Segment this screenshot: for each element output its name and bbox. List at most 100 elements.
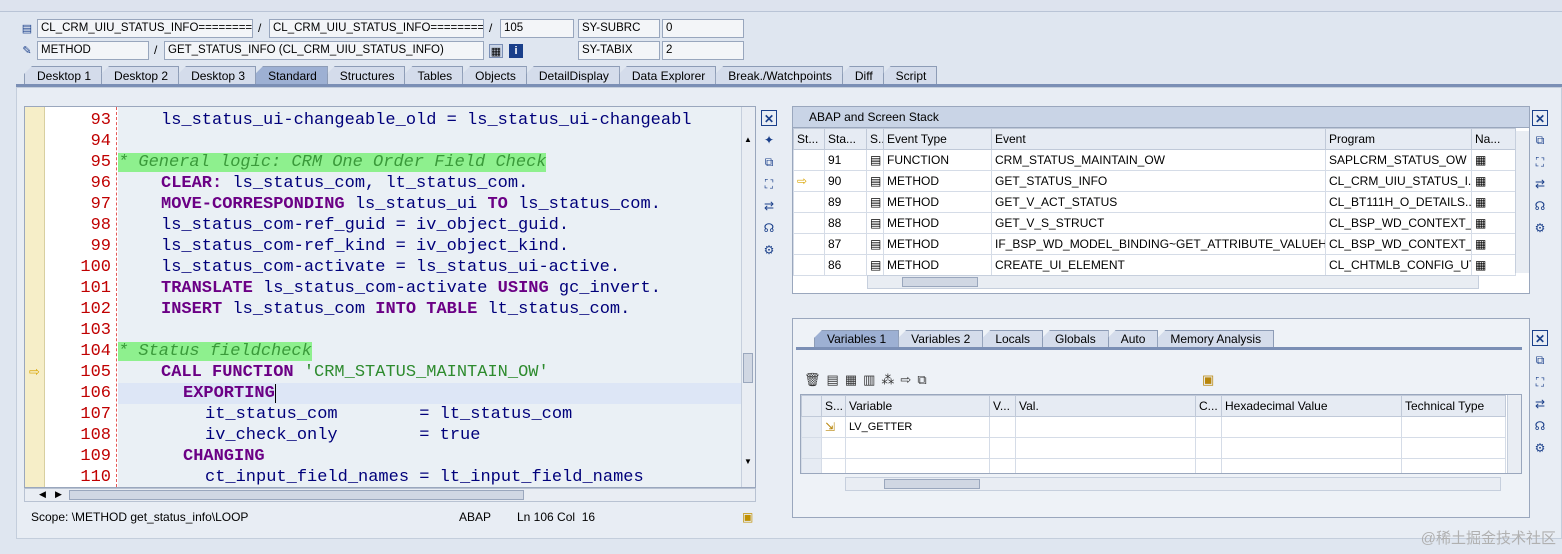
table-row[interactable] [801,458,1506,473]
tab-diff[interactable]: Diff [841,66,884,85]
tab-objects[interactable]: Objects [462,66,527,85]
table-row[interactable]: 86 ▤ METHOD CREATE_UI_ELEMENT CL_CHTMLB_… [793,254,1516,276]
layout-icon[interactable]: ▥ [863,372,875,388]
settings-icon[interactable]: ⚙ [761,242,777,258]
scroll-thumb[interactable] [743,353,753,383]
column-header[interactable]: St... [793,128,825,150]
line-field[interactable]: 105 [500,19,574,38]
breakpoint-gutter[interactable]: ⇨ [25,107,45,487]
display-source-icon[interactable]: ▦ [489,44,503,58]
tab-globals[interactable]: Globals [1042,330,1109,348]
tab-variables-1[interactable]: Variables 1 [814,330,900,348]
column-header[interactable]: V... [989,395,1016,417]
table-row[interactable]: 89 ▤ METHOD GET_V_ACT_STATUS CL_BT111H_O… [793,191,1516,213]
tab-locals[interactable]: Locals [982,330,1043,348]
event-type-field[interactable]: METHOD [37,41,149,60]
class-field-2[interactable]: CL_CRM_UIU_STATUS_INFO========= [269,19,484,38]
tab-tables[interactable]: Tables [404,66,464,85]
swap-icon[interactable]: ⇄ [1532,176,1548,192]
column-header[interactable]: Event Type [883,128,992,150]
class-field-1[interactable]: CL_CRM_UIU_STATUS_INFO========= [37,19,253,38]
column-header[interactable]: Program [1325,128,1472,150]
close-icon[interactable]: ✕ [1532,110,1548,126]
stack-vertical-scrollbar[interactable] [1515,131,1529,273]
scroll-down-icon[interactable]: ▼ [744,457,752,466]
column-header[interactable]: Variable [845,395,990,417]
save-icon[interactable]: ▣ [1202,372,1214,388]
table-row[interactable]: 87 ▤ METHOD IF_BSP_WD_MODEL_BINDING~GET_… [793,233,1516,255]
swap-icon[interactable]: ⇄ [761,198,777,214]
maximize-icon[interactable]: ⛶ [761,176,777,192]
replace-tool-icon[interactable]: ⧉ [1532,132,1548,148]
maximize-icon[interactable]: ⛶ [1532,154,1548,170]
editor-horizontal-scrollbar[interactable]: ◀ ▶ [24,488,756,502]
tab-memory-analysis[interactable]: Memory Analysis [1157,330,1275,348]
tab-data-explorer[interactable]: Data Explorer [618,66,717,85]
close-icon[interactable]: ✕ [1532,330,1548,346]
column-header[interactable]: S... [821,395,846,417]
table-row[interactable] [801,437,1506,459]
sysval-field-2[interactable]: 2 [662,41,744,60]
info-icon[interactable]: i [509,44,523,58]
stack-horizontal-scrollbar[interactable] [867,275,1479,289]
new-tool-icon[interactable]: ✦ [761,132,777,148]
code-area[interactable]: ls_status_ui-changeable_old = ls_status_… [118,107,742,487]
scroll-thumb[interactable] [902,277,978,287]
scroll-left-icon[interactable]: ◀ [39,489,46,500]
method-name-field[interactable]: GET_STATUS_INFO (CL_CRM_UIU_STATUS_INFO) [164,41,484,60]
delete-icon[interactable]: 🗑 [804,372,821,388]
tab-script[interactable]: Script [882,66,938,85]
table-row[interactable]: 91 ▤ FUNCTION CRM_STATUS_MAINTAIN_OW SAP… [793,149,1516,171]
column-header[interactable]: S... [866,128,884,150]
variables-vertical-scrollbar[interactable] [1507,395,1521,473]
replace-tool-icon[interactable]: ⧉ [1532,352,1548,368]
navigate-icon[interactable]: ▦ [1471,170,1516,192]
column-header[interactable]: Na... [1471,128,1516,150]
tab-desktop-1[interactable]: Desktop 1 [24,66,103,85]
column-header[interactable]: Technical Type [1401,395,1506,417]
navigate-icon[interactable]: ▦ [1471,149,1516,171]
scroll-right-icon[interactable]: ▶ [55,489,62,500]
tab-variables-2[interactable]: Variables 2 [898,330,984,348]
editor-vertical-scrollbar[interactable]: ▲ ▼ [741,107,755,487]
tab-auto[interactable]: Auto [1107,330,1159,348]
services-icon[interactable]: ☊ [1532,198,1548,214]
replace-tool-icon[interactable]: ⧉ [761,154,777,170]
tab-detaildisplay[interactable]: DetailDisplay [525,66,620,85]
open-icon[interactable]: ⧉ [917,372,926,388]
table-icon[interactable]: ▤ [827,372,839,388]
table-row[interactable]: ⇲ LV_GETTER [801,416,1506,438]
column-header[interactable]: Hexadecimal Value [1221,395,1402,417]
navigate-icon[interactable]: ▦ [1471,233,1516,255]
tab-structures[interactable]: Structures [326,66,406,85]
sysval-field-1[interactable]: 0 [662,19,744,38]
services-icon[interactable]: ☊ [761,220,777,236]
scroll-up-icon[interactable]: ▲ [744,135,752,144]
goto-icon[interactable]: ⇨ [900,372,911,388]
navigate-icon[interactable]: ▦ [1471,254,1516,276]
scroll-thumb[interactable] [884,479,980,489]
settings-icon[interactable]: ⚙ [1532,440,1548,456]
source-editor[interactable]: ⇨ 93 94 95 96 97 98 99 100 101 102 103 1… [24,106,756,488]
details-icon[interactable]: ▦ [845,372,857,388]
settings-icon[interactable]: ⚙ [1532,220,1548,236]
notes-icon[interactable]: ▣ [742,510,753,524]
tab-standard[interactable]: Standard [255,66,328,85]
tab-desktop-2[interactable]: Desktop 2 [101,66,180,85]
tab-breakpoints[interactable]: Break./Watchpoints [715,66,843,85]
column-header[interactable]: Sta... [824,128,867,150]
variable-name[interactable]: LV_GETTER [845,416,990,438]
table-row[interactable]: ⇨ 90 ▤ METHOD GET_STATUS_INFO CL_CRM_UIU_… [793,170,1516,192]
column-header[interactable]: C... [1195,395,1222,417]
sysvar-field-1[interactable]: SY-SUBRC [578,19,660,38]
close-icon[interactable]: ✕ [761,110,777,126]
services-icon[interactable]: ☊ [1532,418,1548,434]
scroll-thumb[interactable] [69,490,524,500]
variables-horizontal-scrollbar[interactable] [845,477,1501,491]
hierarchy-icon[interactable]: ⁂ [881,372,894,388]
swap-icon[interactable]: ⇄ [1532,396,1548,412]
column-header[interactable]: Event [991,128,1326,150]
column-header[interactable]: Val. [1015,395,1196,417]
tab-desktop-3[interactable]: Desktop 3 [178,66,257,85]
navigate-icon[interactable]: ▦ [1471,191,1516,213]
